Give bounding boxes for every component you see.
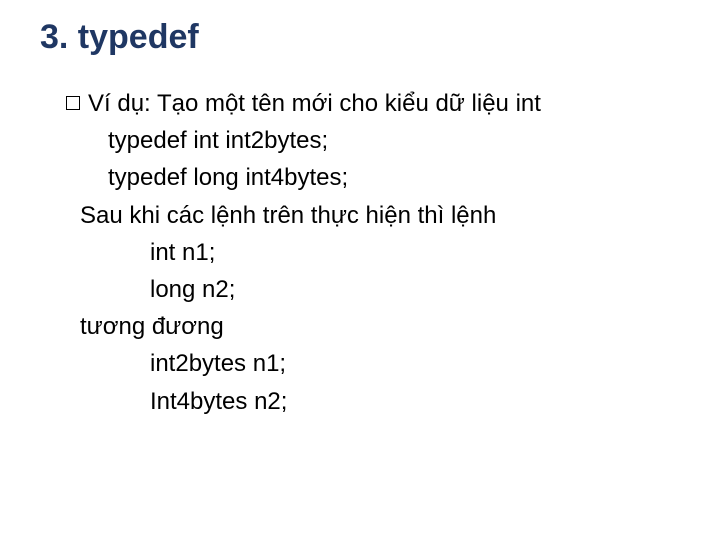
code-line-long-n2: long n2; [66,271,700,308]
code-line-typedef-long: typedef long int4bytes; [66,159,700,196]
text-after-commands: Sau khi các lệnh trên thực hiện thì lệnh [66,197,700,234]
code-line-int-n1: int n1; [66,234,700,271]
bullet-text: Ví dụ: Tạo một tên mới cho kiểu dữ liệu … [88,90,541,117]
slide-title: 3. typedef [40,18,700,57]
slide: 3. typedef Ví dụ: Tạo một tên mới cho ki… [0,0,720,540]
code-line-typedef-int: typedef int int2bytes; [66,122,700,159]
square-bullet-icon [66,96,80,110]
bullet-example: Ví dụ: Tạo một tên mới cho kiểu dữ liệu … [66,85,700,122]
text-equivalent: tương đương [66,308,700,345]
code-line-int2bytes-n1: int2bytes n1; [66,345,700,382]
code-line-int4bytes-n2: Int4bytes n2; [66,383,700,420]
slide-body: Ví dụ: Tạo một tên mới cho kiểu dữ liệu … [40,85,700,420]
